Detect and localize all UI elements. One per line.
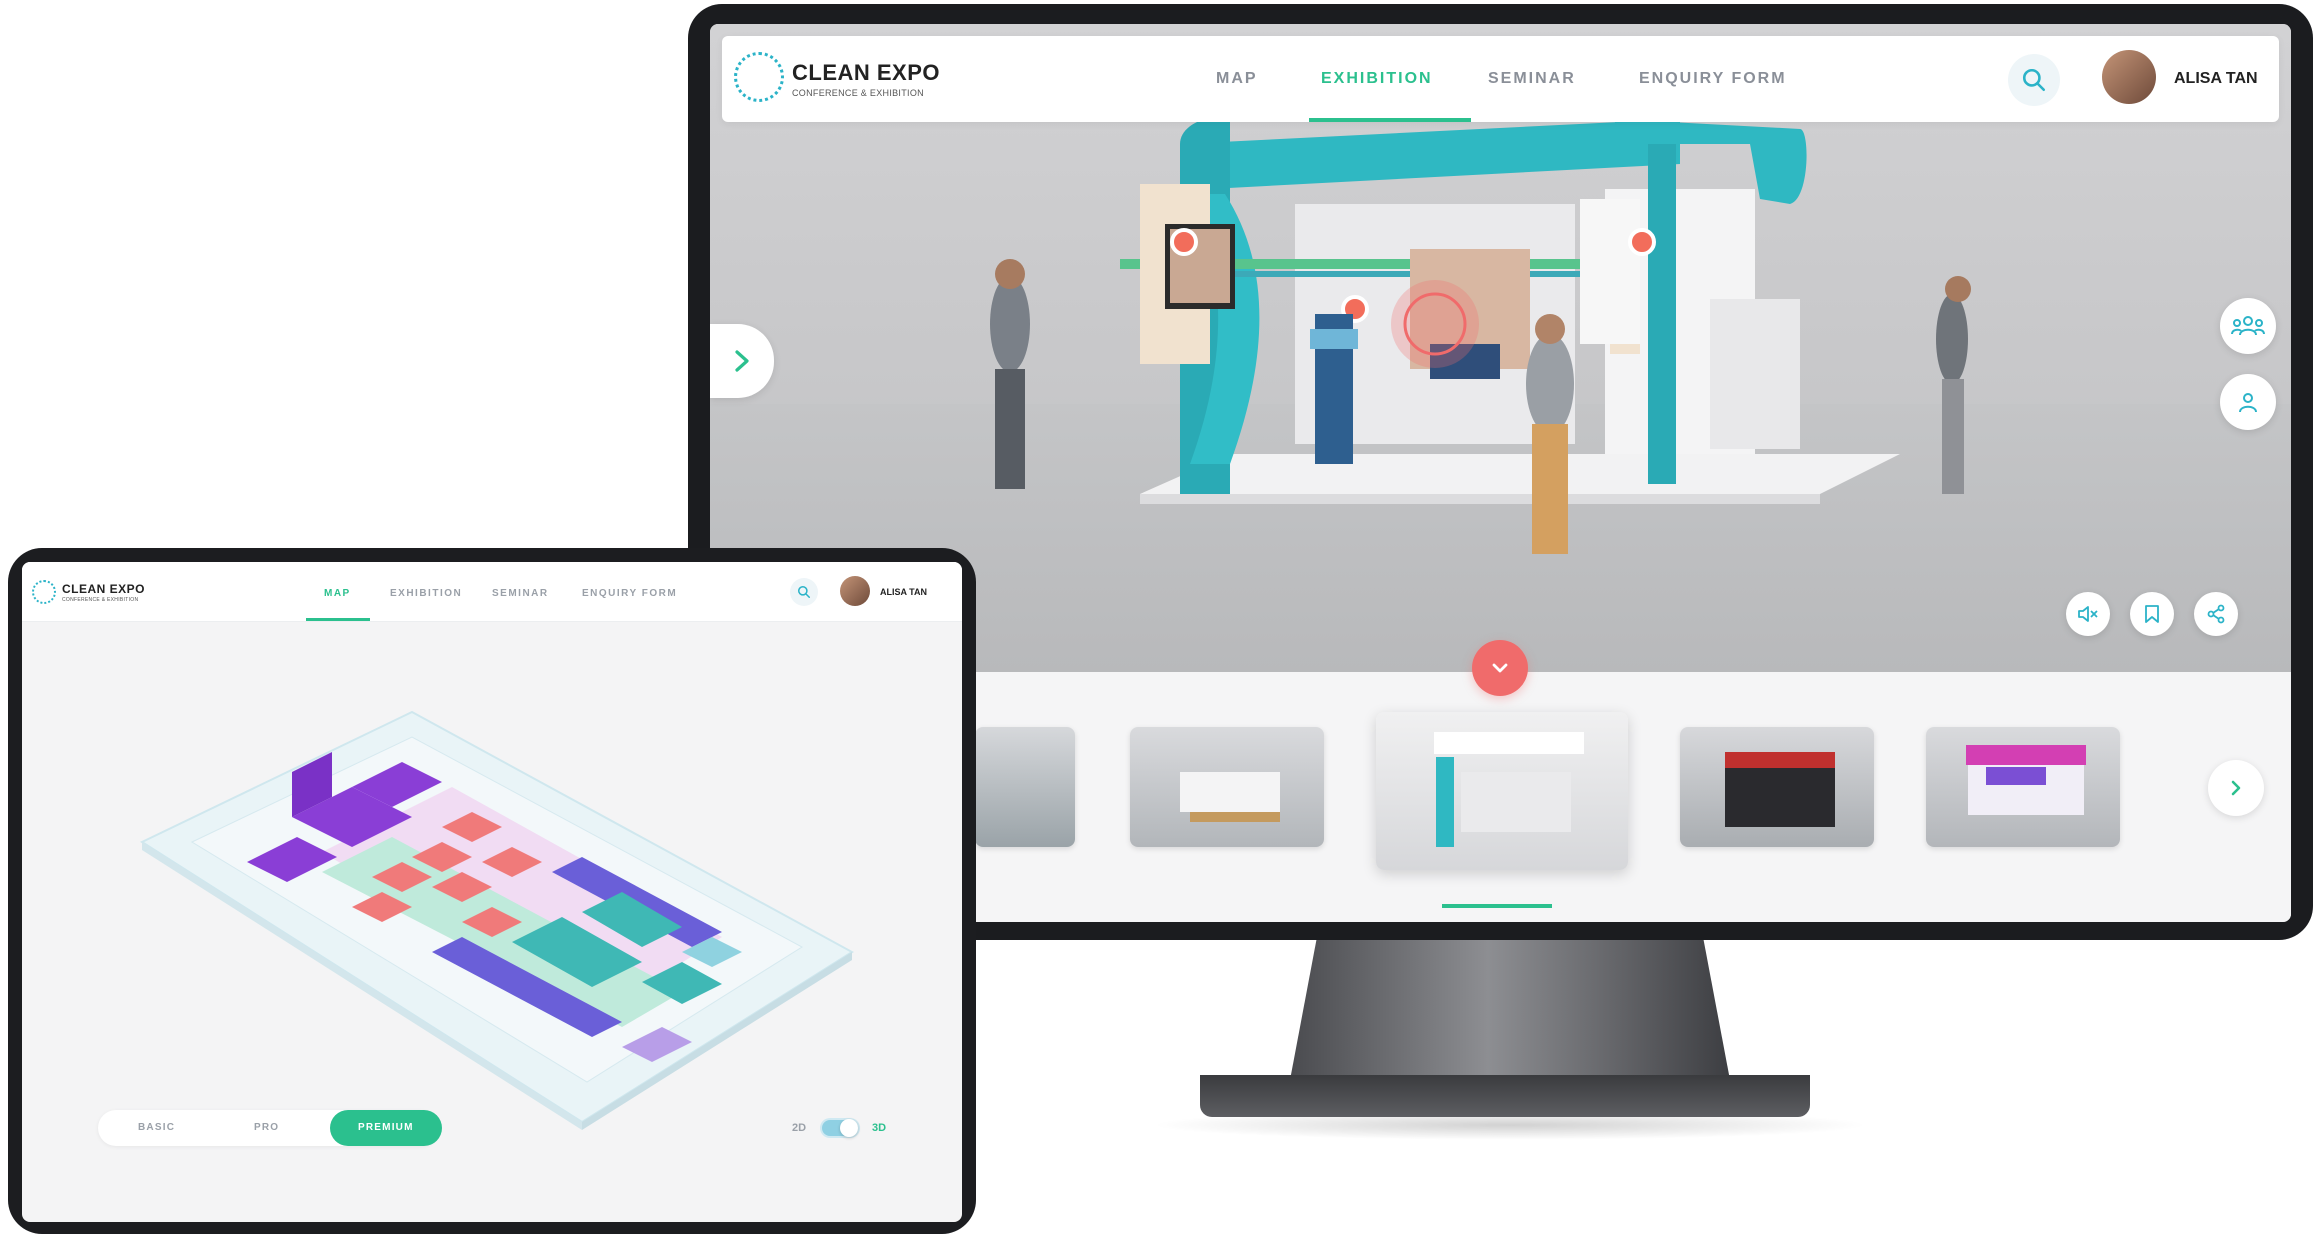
group-icon <box>2231 316 2265 336</box>
brand-subtitle: CONFERENCE & EXHIBITION <box>792 88 924 98</box>
profile-button[interactable] <box>2220 374 2276 430</box>
active-tab-indicator <box>306 618 370 621</box>
tier-premium-label: PREMIUM <box>358 1122 414 1133</box>
tablet-screen: CLEAN EXPO CONFERENCE & EXHIBITION MAP E… <box>22 562 962 1222</box>
user-name[interactable]: ALISA TAN <box>880 587 927 597</box>
booth-thumbnail[interactable] <box>975 727 1075 847</box>
share-icon <box>2207 604 2225 624</box>
brand-title: CLEAN EXPO <box>62 582 146 596</box>
tab-exhibition[interactable]: EXHIBITION <box>1321 70 1433 88</box>
active-tab-indicator <box>1309 118 1471 122</box>
chevron-down-icon <box>1492 663 1508 673</box>
tier-premium-active[interactable]: PREMIUM <box>330 1110 442 1146</box>
tablet-navigation-bar: CLEAN EXPO CONFERENCE & EXHIBITION MAP E… <box>22 562 962 622</box>
tier-pro[interactable]: PRO <box>254 1122 279 1133</box>
bookmark-button[interactable] <box>2130 592 2174 636</box>
collapse-carousel-button[interactable] <box>1472 640 1528 696</box>
tab-seminar[interactable]: SEMINAR <box>492 588 549 599</box>
booth-thumbnail-selected[interactable] <box>1376 712 1628 870</box>
tab-enquiry-form[interactable]: ENQUIRY FORM <box>1639 70 1787 88</box>
mute-button[interactable] <box>2066 592 2110 636</box>
monitor-stand-base <box>1200 1075 1810 1117</box>
clean-expo-logo-icon[interactable] <box>32 580 56 604</box>
person-icon <box>2239 393 2257 413</box>
search-button[interactable] <box>790 578 818 606</box>
avatar[interactable] <box>840 576 870 606</box>
view-2d-label[interactable]: 2D <box>792 1122 806 1134</box>
clean-expo-logo-icon[interactable] <box>734 52 784 102</box>
monitor-stand <box>1290 940 1730 1080</box>
avatar[interactable] <box>2102 50 2156 104</box>
tab-map[interactable]: MAP <box>324 588 351 599</box>
tab-exhibition[interactable]: EXHIBITION <box>390 588 462 599</box>
chevron-right-icon <box>2231 780 2241 796</box>
tab-map[interactable]: MAP <box>1216 70 1258 88</box>
brand-title: CLEAN EXPO <box>792 60 941 85</box>
search-button[interactable] <box>2008 54 2060 106</box>
user-name[interactable]: ALISA TAN <box>2174 70 2258 88</box>
view-mode-toggle[interactable] <box>820 1118 860 1138</box>
booth-thumbnail[interactable] <box>1130 727 1324 847</box>
chevron-right-icon <box>735 350 749 372</box>
search-icon <box>797 585 811 599</box>
mute-icon <box>2078 606 2098 622</box>
booth-thumbnail[interactable] <box>1926 727 2120 847</box>
tier-basic[interactable]: BASIC <box>138 1122 175 1133</box>
search-icon <box>2022 68 2046 92</box>
top-navigation-bar: CLEAN EXPO CONFERENCE & EXHIBITION MAP E… <box>722 36 2279 122</box>
tab-enquiry-form[interactable]: ENQUIRY FORM <box>582 588 677 599</box>
isometric-floor-map[interactable] <box>22 622 962 1162</box>
visitors-button[interactable] <box>2220 298 2276 354</box>
carousel-next-button[interactable] <box>2208 760 2264 816</box>
view-3d-label[interactable]: 3D <box>872 1122 886 1134</box>
carousel-active-indicator <box>1442 904 1552 908</box>
share-button[interactable] <box>2194 592 2238 636</box>
booth-thumbnail[interactable] <box>1680 727 1874 847</box>
tab-seminar[interactable]: SEMINAR <box>1488 70 1576 88</box>
tier-selector: BASIC PRO PREMIUM <box>98 1110 442 1146</box>
brand-subtitle: CONFERENCE & EXHIBITION <box>62 597 139 603</box>
bookmark-icon <box>2145 605 2159 623</box>
